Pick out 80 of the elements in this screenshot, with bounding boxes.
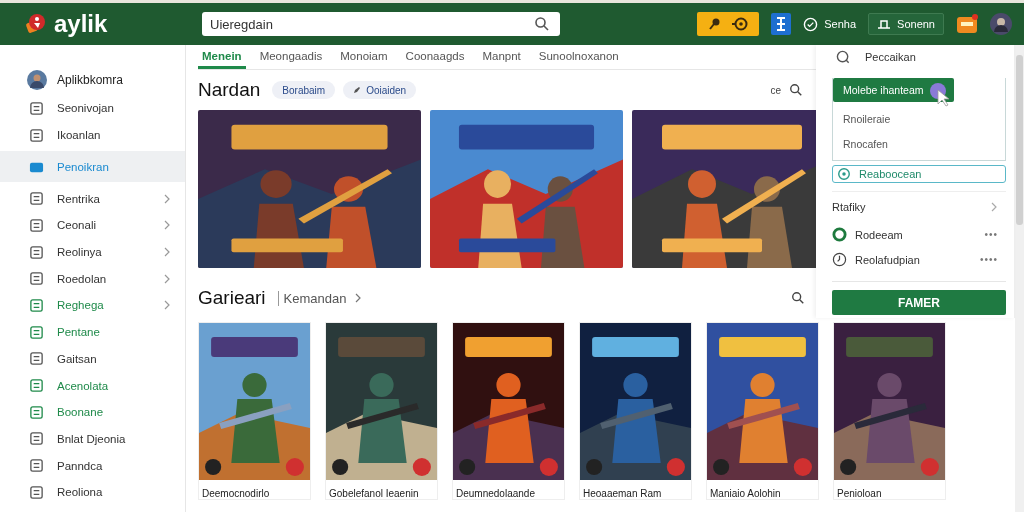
search-icon[interactable] bbox=[791, 291, 805, 305]
more-button[interactable]: ••• bbox=[978, 228, 1004, 241]
sidebar-item[interactable]: Panndca bbox=[0, 452, 185, 479]
tab[interactable]: Meongaadis bbox=[255, 45, 327, 69]
clock-icon bbox=[832, 252, 847, 267]
outline-button[interactable]: Sonenn bbox=[868, 13, 944, 35]
section-label: Rtafiky bbox=[832, 201, 866, 213]
sidebar-item[interactable]: Boonane bbox=[0, 398, 185, 426]
sidebar-item[interactable]: Bnlat Djeonia bbox=[0, 425, 185, 453]
tab[interactable]: Coonaagds bbox=[401, 45, 469, 69]
game-title: Maniaio Aolohin bbox=[709, 488, 782, 499]
bracket-icon bbox=[877, 18, 892, 30]
sidebar-item[interactable]: Reghega bbox=[0, 292, 185, 319]
cursor-icon bbox=[929, 82, 951, 108]
section-title: Garieari bbox=[198, 287, 266, 309]
sidebar-item[interactable]: Ceonali bbox=[0, 212, 185, 239]
status-label: Senha bbox=[824, 18, 857, 30]
pencil-icon bbox=[353, 86, 362, 94]
setting-label: Reolafudpian bbox=[855, 253, 920, 266]
sidebar-item[interactable]: Seonivojan bbox=[0, 95, 185, 122]
filter-chip[interactable]: Ooiaiden bbox=[343, 81, 417, 99]
menu-icon bbox=[29, 100, 44, 116]
sidebar-item[interactable]: Reoliona bbox=[0, 478, 185, 506]
logo-icon bbox=[24, 12, 48, 36]
sidebar-item[interactable]: Gaitsan bbox=[0, 345, 185, 373]
menu-icon bbox=[29, 324, 44, 340]
menu-icon bbox=[29, 351, 44, 367]
menu-icon bbox=[29, 378, 44, 394]
game-title: Deumnedolaande bbox=[455, 488, 536, 499]
menu-icon bbox=[29, 191, 44, 207]
sidebar-item[interactable]: Roedolan bbox=[0, 265, 185, 293]
logo-text: aylik bbox=[54, 10, 108, 38]
scrollbar[interactable] bbox=[1015, 45, 1024, 512]
tab[interactable]: Menein bbox=[198, 45, 246, 69]
sidebar-item[interactable]: Ikoanlan bbox=[0, 121, 185, 149]
dropdown-option[interactable]: Rnocafen bbox=[833, 131, 1005, 156]
menu-icon bbox=[29, 404, 44, 420]
filter-chip[interactable]: Borabaim bbox=[272, 81, 336, 99]
search-field[interactable]: Uieregdain bbox=[202, 12, 560, 36]
game-title: Penioloan bbox=[836, 488, 883, 499]
search-icon bbox=[534, 16, 550, 32]
avatar bbox=[27, 70, 47, 90]
primary-option[interactable]: Molebe ihanteam bbox=[833, 78, 954, 102]
search-label: Peccaikan bbox=[865, 51, 916, 63]
action-button[interactable]: FAMER bbox=[832, 290, 1006, 315]
sidebar-item[interactable]: Pentane bbox=[0, 318, 185, 346]
avatar[interactable] bbox=[990, 13, 1012, 35]
menu-icon bbox=[29, 217, 44, 233]
menu-icon bbox=[29, 271, 44, 287]
profile-name: Aplikbkomra bbox=[57, 73, 124, 87]
game-title: Gobelefanol Ieaenin bbox=[328, 488, 420, 499]
menu-icon bbox=[29, 431, 44, 447]
search-icon[interactable] bbox=[789, 83, 803, 97]
see-more-link[interactable]: Kemandan bbox=[277, 290, 347, 306]
sidebar-item[interactable]: Reolinya bbox=[0, 238, 185, 266]
game-title: Heoaaeman Ram bbox=[582, 488, 663, 499]
sidebar-item[interactable]: Acenolata bbox=[0, 372, 185, 399]
section-title: Nardan bbox=[198, 79, 261, 101]
menu-icon bbox=[29, 297, 44, 313]
more-button[interactable]: •••• bbox=[974, 253, 1004, 266]
setting-label: Rodeeam bbox=[855, 228, 903, 241]
check-circle-icon bbox=[803, 16, 819, 32]
search-icon bbox=[836, 49, 851, 65]
menu-icon bbox=[29, 458, 44, 474]
sidebar-item[interactable]: Rentrika bbox=[0, 185, 185, 213]
tab[interactable]: Monoiam bbox=[336, 45, 392, 69]
selected-field[interactable]: Reaboocean bbox=[832, 165, 1006, 183]
game-title: Deemocnodirlo bbox=[201, 488, 271, 499]
app-icon[interactable] bbox=[771, 13, 792, 35]
menu-icon bbox=[29, 484, 44, 500]
chevron-icon bbox=[354, 293, 363, 303]
dropdown-option[interactable]: Rnoileraie bbox=[833, 106, 1005, 131]
tab[interactable]: Manpnt bbox=[478, 45, 525, 69]
gift-icon[interactable] bbox=[956, 14, 978, 34]
tab[interactable]: Sunoolnoxanon bbox=[534, 45, 623, 69]
pin-icon bbox=[707, 17, 722, 31]
menu-icon bbox=[29, 244, 44, 260]
tools-button[interactable] bbox=[697, 12, 760, 36]
menu-icon bbox=[29, 127, 44, 143]
mark-text: ce bbox=[770, 84, 781, 96]
